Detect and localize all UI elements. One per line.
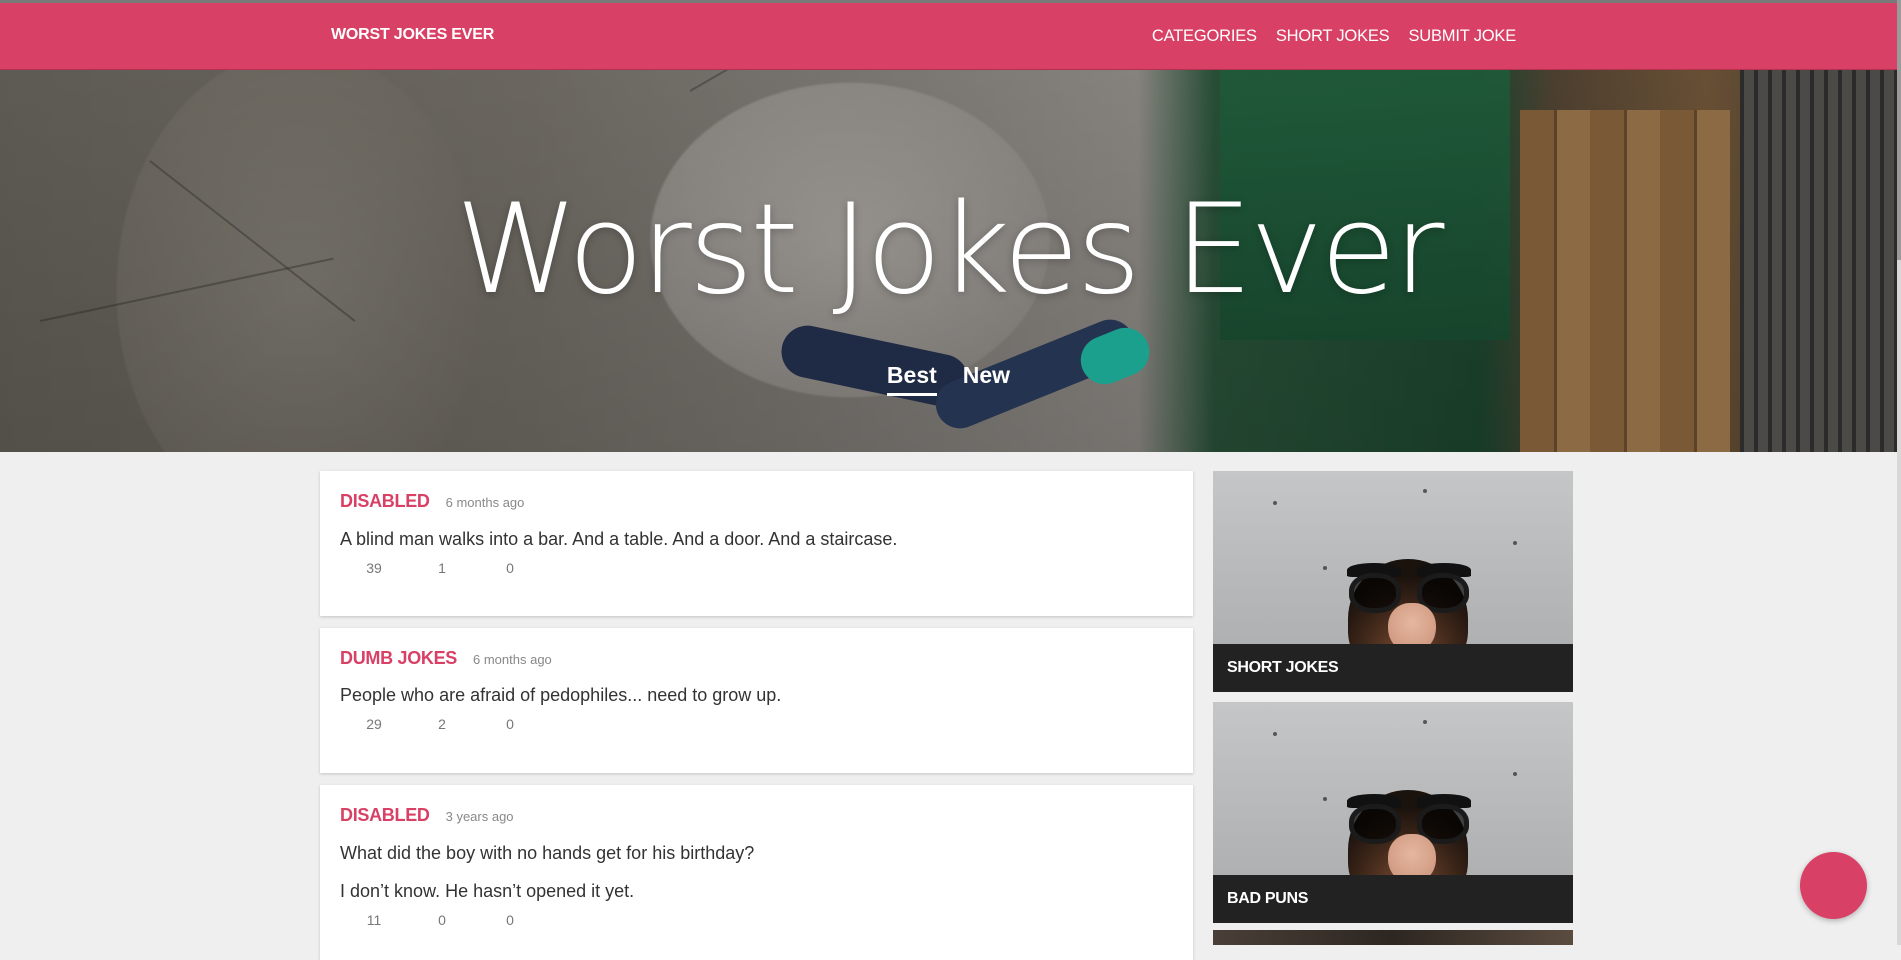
joke-stats: 11 0 0 [340, 912, 1173, 928]
texture-speck [1423, 489, 1427, 493]
brand-link[interactable]: WORST JOKES EVER [331, 26, 494, 44]
nav-categories-link[interactable]: CATEGORIES [1152, 27, 1257, 46]
category-card-bad-puns[interactable]: BAD PUNS [1213, 702, 1573, 923]
joke-card: DUMB JOKES 6 months ago People who are a… [320, 628, 1193, 773]
main-nav: CATEGORIES SHORT JOKES SUBMIT JOKE [1152, 27, 1516, 46]
category-card-short-jokes[interactable]: SHORT JOKES [1213, 471, 1573, 692]
joke-category-link[interactable]: DUMB JOKES [340, 648, 457, 669]
top-navbar: WORST JOKES EVER CATEGORIES SHORT JOKES … [0, 0, 1897, 70]
page-scrollbar[interactable] [1897, 0, 1901, 945]
floating-action-button[interactable] [1800, 852, 1867, 919]
downvote-count[interactable]: 2 [408, 716, 476, 732]
comment-count[interactable]: 0 [476, 716, 544, 732]
sort-tabs: Best New [0, 362, 1897, 396]
nav-short-jokes-link[interactable]: SHORT JOKES [1276, 27, 1390, 46]
upvote-count[interactable]: 29 [340, 716, 408, 732]
joke-category-link[interactable]: DISABLED [340, 805, 430, 826]
joke-card: DISABLED 3 years ago What did the boy wi… [320, 785, 1193, 960]
hero-banner: Worst Jokes Ever Best New [0, 70, 1897, 452]
lens [1349, 573, 1401, 613]
category-card-partial[interactable] [1213, 930, 1573, 945]
texture-speck [1513, 541, 1517, 545]
joke-card: DISABLED 6 months ago A blind man walks … [320, 471, 1193, 616]
joke-stats: 29 2 0 [340, 716, 1173, 732]
category-card-label: BAD PUNS [1213, 875, 1573, 923]
joke-text: A blind man walks into a bar. And a tabl… [340, 529, 898, 549]
texture-speck [1513, 772, 1517, 776]
category-card-label: SHORT JOKES [1213, 644, 1573, 692]
joke-text: I don’t know. He hasn’t opened it yet. [340, 881, 635, 901]
joke-stats: 39 1 0 [340, 560, 1173, 576]
texture-speck [1273, 501, 1277, 505]
joke-category-link[interactable]: DISABLED [340, 491, 430, 512]
upvote-count[interactable]: 11 [340, 912, 408, 928]
downvote-count[interactable]: 1 [408, 560, 476, 576]
lens [1349, 804, 1401, 844]
texture-speck [1423, 720, 1427, 724]
hero-crack [689, 70, 847, 92]
texture-speck [1323, 797, 1327, 801]
texture-speck [1273, 732, 1277, 736]
joke-timestamp: 3 years ago [445, 809, 514, 824]
tab-best[interactable]: Best [886, 362, 937, 396]
hero-title: Worst Jokes Ever [455, 178, 1445, 322]
tab-new[interactable]: New [963, 362, 1010, 396]
nav-submit-joke-link[interactable]: SUBMIT JOKE [1408, 27, 1516, 46]
joke-timestamp: 6 months ago [473, 652, 552, 667]
downvote-count[interactable]: 0 [408, 912, 476, 928]
joke-timestamp: 6 months ago [445, 495, 525, 510]
comment-count[interactable]: 0 [476, 560, 544, 576]
upvote-count[interactable]: 39 [340, 560, 408, 576]
comment-count[interactable]: 0 [476, 912, 544, 928]
scrollbar-thumb[interactable] [1897, 0, 1901, 260]
joke-text: What did the boy with no hands get for h… [340, 843, 755, 863]
joke-text: People who are afraid of pedophiles... n… [340, 685, 782, 705]
texture-speck [1323, 566, 1327, 570]
